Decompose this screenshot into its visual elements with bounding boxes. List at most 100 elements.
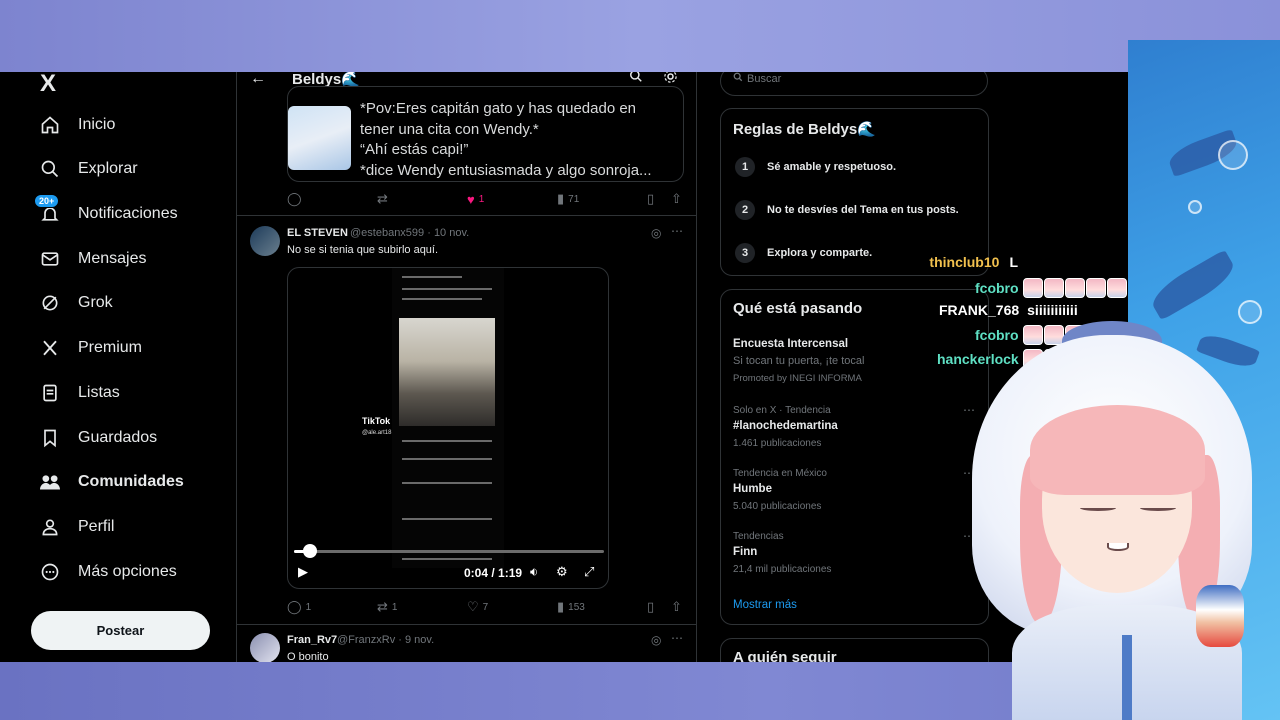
divider (237, 215, 696, 216)
post-actions: ◯ 1 ⇄ 1 ♡ 7 ▮ 153 ▯ ⇧ (287, 598, 685, 616)
share-icon: ⇧ (671, 599, 682, 614)
eye (1140, 505, 1176, 511)
quoted-post-card[interactable]: *Pov:Eres capitán gato y has quedado en … (287, 86, 684, 182)
frame-text-line (402, 558, 492, 560)
trend-name[interactable]: Finn (733, 546, 757, 558)
chat-message: FRANK_768 siiiiiiiiiii (939, 302, 1078, 318)
promo-title[interactable]: Encuesta Intercensal (733, 338, 848, 350)
trend-name[interactable]: #lanochedemartina (733, 420, 838, 432)
notification-badge: 20+ (34, 194, 60, 208)
chat-username: thinclub10 (929, 254, 1000, 270)
scrubber-track[interactable] (294, 550, 604, 553)
mouth (1107, 543, 1129, 551)
bookmark-icon: ▯ (647, 599, 655, 614)
back-arrow-icon[interactable]: ← (250, 72, 266, 88)
emote-icon (1022, 278, 1043, 298)
sidebar-item-inicio[interactable]: Inicio (38, 105, 115, 145)
avatar[interactable] (250, 633, 280, 662)
sidebar-item-premium[interactable]: Premium (38, 328, 142, 368)
avatar[interactable] (250, 226, 280, 256)
who-to-follow-box: A quién seguir (720, 638, 989, 662)
sidebar-item-comunidades[interactable]: Comunidades (38, 462, 184, 502)
repost-button[interactable]: ⇄ 1 (377, 599, 397, 615)
quote-line: *dice Wendy entusiasmada y algo sonroja.… (360, 161, 652, 179)
view-count: 153 (568, 601, 585, 613)
chat-message: thinclub10 L (929, 254, 1018, 270)
frame-text-line (402, 518, 492, 520)
reply-button[interactable]: ◯ 1 (287, 599, 311, 615)
eye (1080, 505, 1116, 511)
x-logo-icon[interactable]: X (40, 72, 56, 98)
chat-message: fcobro (975, 278, 1127, 298)
sidebar-item-label: Comunidades (78, 473, 184, 490)
trend-count: 1.461 publicaciones (733, 438, 822, 449)
bubble-decoration (1218, 140, 1248, 170)
volume-icon[interactable]: 🔉︎ (530, 564, 538, 580)
search-input[interactable]: Buscar (720, 72, 988, 96)
sidebar-item-guardados[interactable]: Guardados (38, 418, 157, 458)
trend-name[interactable]: Humbe (733, 483, 772, 495)
fullscreen-icon[interactable]: ⤢ (584, 564, 594, 580)
rule-item[interactable]: 2 No te desvíes del Tema en tus posts. (735, 200, 959, 220)
sidebar-item-grok[interactable]: Grok (38, 283, 113, 323)
show-more-link[interactable]: Mostrar más (733, 599, 797, 611)
sidebar-item-label: Grok (78, 294, 113, 311)
heart-icon: ♡ (467, 599, 479, 614)
reply-icon: ◯ (287, 191, 302, 206)
sidebar-item-mas-opciones[interactable]: Más opciones (38, 552, 177, 592)
sidebar-item-mensajes[interactable]: Mensajes (38, 239, 146, 279)
frame-text-line (402, 276, 462, 278)
repost-icon: ⇄ (377, 599, 388, 614)
share-button[interactable]: ⇧ (671, 191, 682, 207)
settings-icon[interactable]: ⚙ (556, 564, 568, 580)
more-icon[interactable]: ⋯ (671, 631, 683, 645)
trend-meta: Solo en X · Tendencia (733, 405, 831, 416)
like-button[interactable]: ♥ 1 (467, 192, 484, 207)
tiktok-user: @ale.art18 (362, 430, 392, 436)
chart-icon: ▮ (557, 599, 565, 614)
rule-number: 3 (735, 243, 755, 263)
video-time: 0:04 / 1:19 (464, 566, 523, 580)
sidebar-item-label: Explorar (78, 160, 138, 177)
grok-icon[interactable]: ◎ (651, 226, 661, 240)
play-icon[interactable]: ▶ (298, 564, 308, 580)
search-placeholder: Buscar (747, 73, 782, 85)
views-button[interactable]: ▮ 71 (557, 191, 579, 207)
frame-text-line (402, 482, 492, 484)
search-icon[interactable] (629, 72, 643, 87)
like-count: 7 (482, 601, 489, 613)
bookmark-button[interactable]: ▯ (647, 191, 654, 207)
quote-line: tener una cita con Wendy.* (360, 120, 539, 138)
rule-item[interactable]: 1 Sé amable y respetuoso. (735, 157, 896, 177)
reply-button[interactable]: ◯ (287, 191, 302, 207)
sidebar-item-listas[interactable]: Listas (38, 373, 120, 413)
frame-text-line (402, 298, 482, 300)
post-button[interactable]: Postear (31, 611, 210, 650)
sidebar-item-label: Inicio (78, 116, 116, 133)
scrubber-handle[interactable] (303, 544, 317, 558)
author-name[interactable]: Fran_Rv7 (287, 634, 337, 646)
sidebar-item-explorar[interactable]: Explorar (38, 149, 138, 189)
author-name[interactable]: EL STEVEN (287, 227, 348, 239)
grok-icon (38, 291, 62, 315)
promo-sponsor: Promoted by INEGI INFORMA (733, 373, 862, 384)
sidebar-item-notificaciones[interactable]: 20+ Notificaciones (34, 194, 178, 234)
trend-meta: Tendencias (733, 531, 784, 542)
video-player[interactable]: TikTok @ale.art18 ▶ 0:04 / 1:19 🔉︎ ⚙ ⤢ (287, 267, 609, 589)
more-icon[interactable]: ⋯ (671, 224, 683, 238)
sidebar-item-perfil[interactable]: Perfil (38, 507, 114, 547)
sidebar-item-label: Guardados (78, 429, 158, 446)
trend-count: 5.040 publicaciones (733, 501, 822, 512)
communities-icon (38, 470, 62, 494)
rule-item[interactable]: 3 Explora y comparte. (735, 243, 872, 263)
community-timeline: ← Beldys🌊 *Pov:Eres capitán gato y has q… (236, 72, 697, 662)
like-button[interactable]: ♡ 7 (467, 599, 488, 615)
bookmark-button[interactable]: ▯ (647, 599, 654, 615)
sidebar-item-label: Mensajes (78, 250, 147, 267)
chat-text: L (1009, 254, 1018, 270)
bell-icon: 20+ (34, 194, 62, 226)
share-button[interactable]: ⇧ (671, 599, 682, 615)
views-button[interactable]: ▮ 153 (557, 599, 585, 615)
grok-icon[interactable]: ◎ (651, 633, 661, 647)
repost-button[interactable]: ⇄ (377, 191, 388, 207)
